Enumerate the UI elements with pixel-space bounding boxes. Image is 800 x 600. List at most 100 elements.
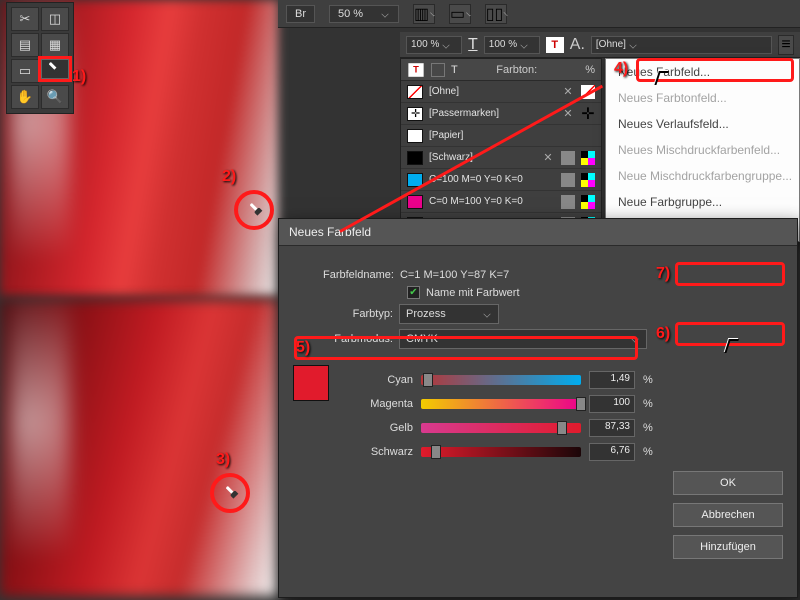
pct-label: % — [643, 422, 655, 434]
cmyk-icon — [581, 195, 595, 209]
annotation-circle-3 — [210, 473, 250, 513]
registration-icon: ✛ — [581, 107, 595, 121]
yellow-slider-row: Gelb 87,33 % — [343, 419, 783, 437]
char-style-field[interactable]: [Ohne] — [591, 36, 772, 54]
fill-T-icon[interactable]: T — [408, 63, 423, 77]
swatch-chip — [407, 195, 423, 209]
note-tool[interactable]: ▭ — [11, 59, 39, 83]
menu-new-mixed-ink[interactable]: Neues Mischdruckfarbenfeld... — [606, 137, 799, 163]
annotation-1: 1) — [72, 68, 86, 86]
chevron-down-icon — [466, 11, 471, 16]
annotation-box-4 — [636, 58, 794, 82]
name-value: C=1 M=100 Y=87 K=7 — [400, 269, 509, 281]
cancel-button[interactable]: Abbrechen — [673, 503, 783, 527]
chevron-down-icon — [430, 11, 435, 16]
name-with-value-checkbox[interactable]: ✔ — [407, 286, 420, 299]
black-slider[interactable] — [421, 447, 581, 457]
magenta-slider[interactable] — [421, 399, 581, 409]
chevron-down-icon — [483, 310, 490, 317]
chevron-down-icon — [443, 41, 450, 48]
black-label: Schwarz — [343, 446, 413, 458]
black-slider-row: Schwarz 6,76 % — [343, 443, 783, 461]
free-transform-tool[interactable]: ◫ — [41, 7, 69, 31]
control-strip: 100 % T̲ 100 % T A. [Ohne] ≡ — [400, 32, 800, 58]
swatch-chip — [407, 129, 423, 143]
swatch-name: [Ohne] — [429, 86, 555, 97]
swatch-row[interactable]: ✛ [Passermarken] ✕ ✛ — [401, 103, 601, 125]
char-style-A-icon: A. — [570, 36, 585, 54]
pct-label: % — [643, 374, 655, 386]
eyedropper-cursor-icon — [245, 199, 268, 222]
annotation-2: 2) — [222, 168, 236, 186]
colortype-label: Farbtyp: — [293, 308, 393, 320]
annotation-3: 3) — [216, 451, 230, 469]
zoom-level[interactable]: 50 % — [329, 5, 399, 23]
cyan-input[interactable]: 1,49 — [589, 371, 635, 389]
annotation-box-7 — [675, 262, 785, 286]
gradient-tool[interactable]: ▦ — [41, 33, 69, 57]
black-input[interactable]: 6,76 — [589, 443, 635, 461]
process-icon — [561, 151, 575, 165]
name-with-value-label: Name mit Farbwert — [426, 287, 520, 299]
annotation-6: 6) — [656, 325, 670, 343]
chevron-down-icon — [504, 12, 508, 16]
eyedropper-cursor-icon — [221, 482, 244, 505]
cyan-slider-row: Cyan 1,49 % — [343, 371, 783, 389]
swatch-row[interactable]: [Ohne] ✕ — [401, 81, 601, 103]
screen-mode-button[interactable]: ▭ — [449, 4, 471, 24]
menu-new-mixed-ink-group[interactable]: Neue Mischdruckfarbengruppe... — [606, 163, 799, 189]
annotation-5: 5) — [296, 339, 310, 357]
swatch-row[interactable]: [Schwarz] ✕ — [401, 147, 601, 169]
menu-new-gradient-swatch[interactable]: Neues Verlaufsfeld... — [606, 111, 799, 137]
add-button[interactable]: Hinzufügen — [673, 535, 783, 559]
panel-menu-button[interactable]: ≡ — [778, 35, 794, 55]
tint-pct: % — [585, 64, 595, 76]
yellow-label: Gelb — [343, 422, 413, 434]
chevron-down-icon — [629, 41, 636, 48]
annotation-circle-2 — [234, 190, 274, 230]
swatch-row[interactable]: C=0 M=100 Y=0 K=0 — [401, 191, 601, 213]
cyan-slider[interactable] — [421, 375, 581, 385]
swatches-panel: T T Farbton: % [Ohne] ✕ ✛ [Passermarken]… — [400, 58, 602, 236]
hscale-value: 100 % — [411, 39, 439, 50]
menu-new-color-group[interactable]: Neue Farbgruppe... — [606, 189, 799, 215]
vscale-field[interactable]: 100 % — [484, 36, 540, 54]
zoom-value: 50 % — [338, 8, 363, 20]
name-label: Farbfeldname: — [323, 269, 394, 281]
ok-button[interactable]: OK — [673, 471, 783, 495]
application-bar: Br 50 % ▥ ▭ ▯▯ — [278, 0, 800, 28]
annotation-box-6 — [675, 322, 785, 346]
annotation-7: 7) — [656, 265, 670, 283]
cmyk-icon — [581, 151, 595, 165]
scissors-tool[interactable]: ✂ — [11, 7, 39, 31]
process-icon — [561, 173, 575, 187]
arrange-button[interactable]: ▯▯ — [485, 4, 507, 24]
swatch-chip-none — [407, 85, 423, 99]
tools-panel: ✂ ◫ ▤ ▦ ▭ ✋ 🔍 — [6, 2, 74, 114]
bridge-button[interactable]: Br — [286, 5, 315, 23]
swatch-chip — [407, 151, 423, 165]
hand-tool[interactable]: ✋ — [11, 85, 39, 109]
T-height-icon: T̲ — [468, 36, 478, 54]
zoom-tool[interactable]: 🔍 — [41, 85, 69, 109]
pct-label: % — [643, 398, 655, 410]
stroke-proxy[interactable] — [431, 63, 445, 77]
delete-x-icon: ✕ — [561, 85, 575, 99]
swatch-name: C=0 M=100 Y=0 K=0 — [429, 196, 555, 207]
colortype-select[interactable]: Prozess — [399, 304, 499, 324]
tint-label: Farbton: — [496, 64, 537, 76]
annotation-box-5 — [294, 336, 638, 360]
fill-T-icon[interactable]: T — [546, 37, 564, 53]
formatting-T-icon: T — [451, 64, 458, 76]
yellow-input[interactable]: 87,33 — [589, 419, 635, 437]
yellow-slider[interactable] — [421, 423, 581, 433]
view-options-button[interactable]: ▥ — [413, 4, 435, 24]
cyan-label: Cyan — [343, 374, 413, 386]
magenta-input[interactable]: 100 — [589, 395, 635, 413]
hscale-field[interactable]: 100 % — [406, 36, 462, 54]
gradient-swatch-tool[interactable]: ▤ — [11, 33, 39, 57]
menu-new-tint-swatch[interactable]: Neues Farbtonfeld... — [606, 85, 799, 111]
eyedropper-icon — [44, 58, 65, 79]
swatch-name: C=100 M=0 Y=0 K=0 — [429, 174, 555, 185]
eyedropper-tool[interactable] — [41, 59, 69, 79]
